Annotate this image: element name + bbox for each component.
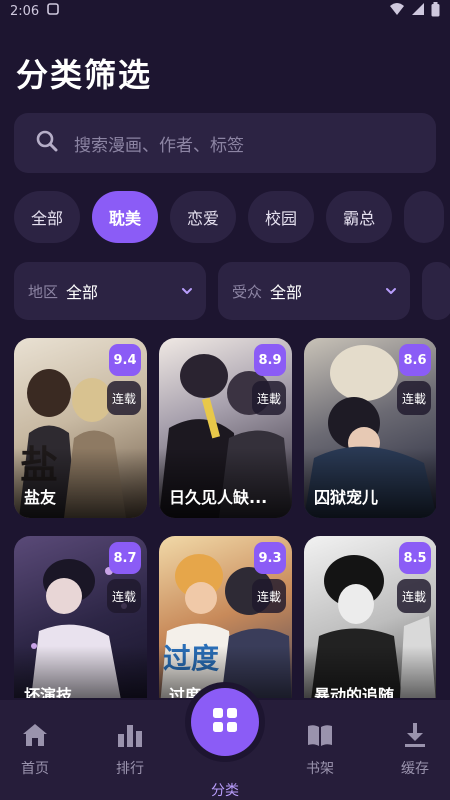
battery-icon [431, 1, 440, 21]
rating-badge: 8.9 [254, 344, 286, 376]
wifi-icon [389, 2, 405, 20]
chip-ceo[interactable]: 霸总 [326, 191, 393, 243]
comic-title: 日久见人缺... [169, 488, 268, 507]
status-badge: 连載 [252, 579, 286, 613]
notification-icon [47, 3, 60, 19]
nav-shelf[interactable]: 书架 [285, 722, 355, 778]
page-title: 分类筛选 [16, 56, 153, 94]
comic-card[interactable]: 8.6 连載 囚狱宠儿 [304, 338, 436, 518]
status-badge: 连载 [107, 381, 141, 415]
audience-filter-value: 全部 [270, 283, 303, 302]
rating-badge: 8.6 [399, 344, 431, 376]
nav-rank[interactable]: 排行 [95, 722, 165, 778]
region-filter-value: 全部 [66, 283, 99, 302]
chip-all[interactable]: 全部 [14, 191, 81, 243]
rating-badge: 9.3 [254, 542, 286, 574]
search-icon [36, 130, 58, 156]
comic-card[interactable]: 8.7 连载 坏演技 [14, 536, 147, 698]
category-chips: 全部 耽美 恋爱 校园 霸总 [14, 191, 450, 245]
comic-card[interactable]: 盐 9.4 连载 盐友 [14, 338, 147, 518]
comic-card[interactable]: 8.5 连載 暴动的追随 [304, 536, 436, 698]
nav-home[interactable]: 首页 [0, 722, 70, 778]
home-icon [21, 722, 49, 748]
status-time: 2:06 [10, 3, 40, 19]
audience-filter-label: 受众 [232, 282, 263, 301]
comic-card[interactable]: 8.9 连載 日久见人缺... [159, 338, 292, 518]
book-open-icon [306, 722, 334, 748]
comic-title: 囚狱宠儿 [314, 488, 379, 507]
signal-icon [411, 2, 425, 20]
region-filter-label: 地区 [28, 282, 59, 301]
comic-grid: 盐 9.4 连载 盐友 8.9 连載 日久见人缺... [14, 338, 436, 698]
nav-download[interactable]: 缓存 [380, 722, 450, 778]
more-filter[interactable] [422, 262, 450, 320]
nav-download-label: 缓存 [401, 761, 429, 777]
comic-card[interactable]: 过度 9.3 连載 过度自由 [159, 536, 292, 698]
status-badge: 连载 [107, 579, 141, 613]
chip-danmei[interactable]: 耽美 [92, 191, 159, 243]
filter-row: 地区 全部 受众 全部 [14, 262, 450, 320]
audience-filter[interactable]: 受众 全部 [218, 262, 410, 320]
rating-badge: 9.4 [109, 344, 141, 376]
comic-title: 暴动的追随 [314, 686, 395, 698]
chip-more[interactable] [404, 191, 445, 243]
bottom-nav: 首页 排行 分类 书架 缓存 [0, 688, 450, 800]
chip-campus[interactable]: 校园 [248, 191, 315, 243]
search-placeholder: 搜索漫画、作者、标签 [74, 135, 244, 156]
comic-title: 坏演技 [24, 686, 73, 698]
nav-category[interactable] [191, 688, 259, 756]
grid-icon [211, 706, 239, 738]
chip-romance[interactable]: 恋爱 [170, 191, 237, 243]
nav-shelf-label: 书架 [306, 761, 334, 777]
nav-home-label: 首页 [21, 761, 49, 777]
status-badge: 连載 [397, 381, 431, 415]
nav-category-label: 分类 [211, 783, 239, 799]
nav-rank-label: 排行 [116, 761, 144, 777]
bar-chart-icon [116, 722, 144, 748]
chevron-down-icon [384, 283, 398, 302]
comic-title: 盐友 [24, 488, 57, 507]
search-input[interactable]: 搜索漫画、作者、标签 [14, 113, 436, 173]
download-icon [401, 722, 429, 748]
rating-badge: 8.7 [109, 542, 141, 574]
status-badge: 连載 [252, 381, 286, 415]
chevron-down-icon [180, 283, 194, 302]
rating-badge: 8.5 [399, 542, 431, 574]
status-bar: 2:06 [0, 0, 450, 22]
status-badge: 连載 [397, 579, 431, 613]
region-filter[interactable]: 地区 全部 [14, 262, 206, 320]
